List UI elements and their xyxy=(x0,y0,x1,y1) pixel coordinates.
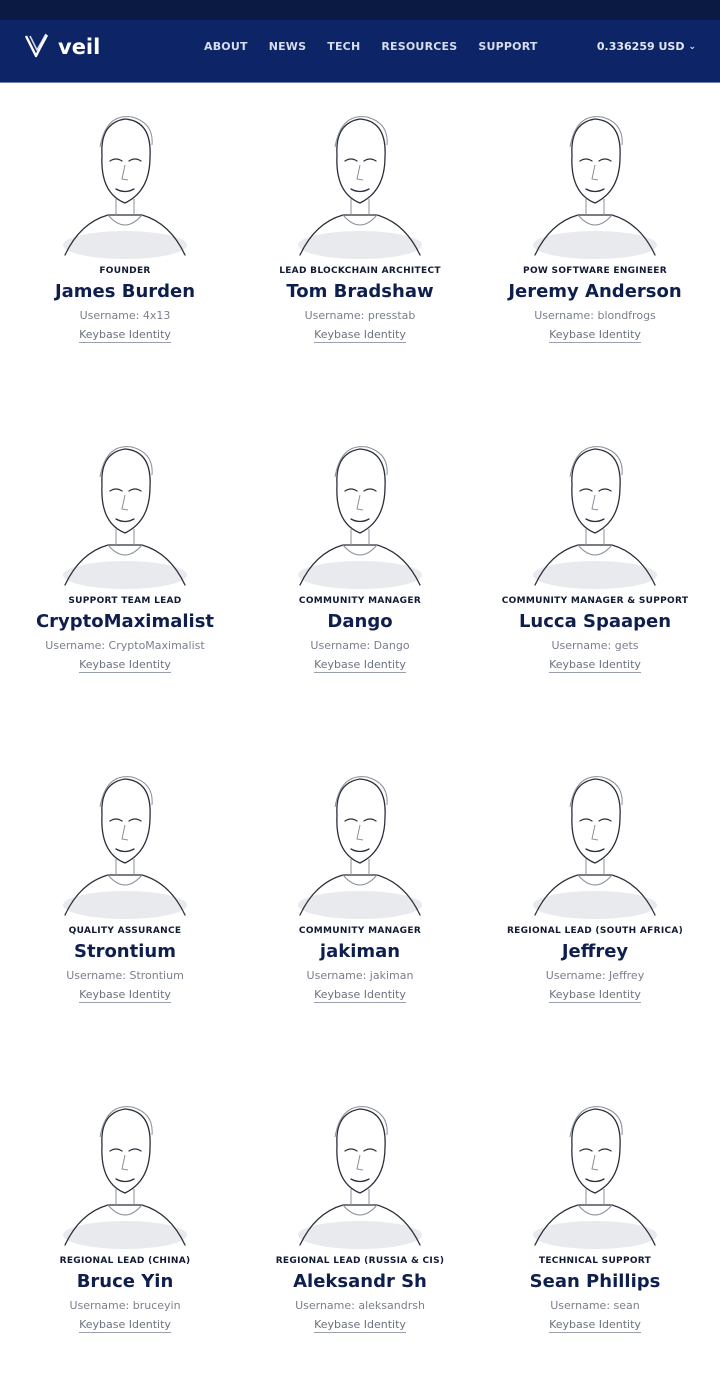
member-role: FOUNDER xyxy=(99,266,151,276)
member-username: Username: jakiman xyxy=(306,969,414,982)
navbar: veil ABOUT NEWS TECH RESOURCES SUPPORT 0… xyxy=(0,20,720,83)
nav-tech[interactable]: TECH xyxy=(327,40,360,54)
member-name: Lucca Spaapen xyxy=(518,611,672,632)
member-name: Bruce Yin xyxy=(76,1271,174,1292)
keybase-identity-link[interactable]: Keybase Identity xyxy=(79,1318,171,1333)
member-username: Username: 4x13 xyxy=(79,309,171,322)
veil-logo-icon xyxy=(24,33,49,58)
team-member-card: COMMUNITY MANAGER & SUPPORT Lucca Spaape… xyxy=(478,425,713,673)
portrait-sketch-icon xyxy=(298,116,422,259)
portrait-sketch-icon xyxy=(298,446,422,589)
member-username: Username: bruceyin xyxy=(69,1299,181,1312)
member-name: Dango xyxy=(327,611,393,632)
nav-resources[interactable]: RESOURCES xyxy=(381,40,457,54)
keybase-identity-link[interactable]: Keybase Identity xyxy=(79,988,171,1003)
team-member-card: REGIONAL LEAD (RUSSIA & CIS) Aleksandr S… xyxy=(243,1085,478,1333)
portrait-sketch-icon xyxy=(63,116,187,259)
member-role: LEAD BLOCKCHAIN ARCHITECT xyxy=(279,266,441,276)
veil-logo[interactable]: veil xyxy=(24,33,100,59)
team-member-card: FOUNDER James Burden Username: 4x13 Keyb… xyxy=(8,95,243,343)
team-member-card: COMMUNITY MANAGER jakiman Username: jaki… xyxy=(243,755,478,1003)
portrait-sketch-icon xyxy=(63,776,187,919)
member-username: Username: blondfrogs xyxy=(534,309,656,322)
keybase-identity-link[interactable]: Keybase Identity xyxy=(314,328,406,343)
team-member-card: TECHNICAL SUPPORT Sean Phillips Username… xyxy=(478,1085,713,1333)
portrait-sketch-icon xyxy=(298,1106,422,1249)
team-member-card: POW SOFTWARE ENGINEER Jeremy Anderson Us… xyxy=(478,95,713,343)
keybase-identity-link[interactable]: Keybase Identity xyxy=(314,988,406,1003)
team-member-card: SUPPORT TEAM LEAD CryptoMaximalist Usern… xyxy=(8,425,243,673)
member-username: Username: aleksandrsh xyxy=(295,1299,425,1312)
member-username: Username: Strontium xyxy=(66,969,184,982)
member-role: REGIONAL LEAD (CHINA) xyxy=(59,1256,191,1266)
member-name: Strontium xyxy=(74,941,176,962)
member-role: QUALITY ASSURANCE xyxy=(68,926,182,936)
member-name: Jeremy Anderson xyxy=(508,281,682,302)
keybase-identity-link[interactable]: Keybase Identity xyxy=(79,658,171,673)
member-name: Sean Phillips xyxy=(529,1271,661,1292)
member-name: Tom Bradshaw xyxy=(286,281,434,302)
member-name: Jeffrey xyxy=(561,941,629,962)
member-name: jakiman xyxy=(319,941,401,962)
price-value: 0.336259 USD xyxy=(596,40,685,53)
member-username: Username: presstab xyxy=(304,309,416,322)
portrait-sketch-icon xyxy=(533,116,657,259)
member-role: REGIONAL LEAD (RUSSIA & CIS) xyxy=(275,1256,445,1266)
team-member-card: COMMUNITY MANAGER Dango Username: Dango … xyxy=(243,425,478,673)
keybase-identity-link[interactable]: Keybase Identity xyxy=(314,1318,406,1333)
nav-about[interactable]: ABOUT xyxy=(204,40,248,54)
member-username: Username: Dango xyxy=(310,639,410,652)
portrait-sketch-icon xyxy=(533,1106,657,1249)
main-menu: ABOUT NEWS TECH RESOURCES SUPPORT xyxy=(204,40,559,54)
member-username: Username: Jeffrey xyxy=(545,969,645,982)
member-role: COMMUNITY MANAGER xyxy=(298,596,422,606)
member-role: REGIONAL LEAD (SOUTH AFRICA) xyxy=(506,926,684,936)
member-username: Username: CryptoMaximalist xyxy=(45,639,205,652)
member-role: COMMUNITY MANAGER & SUPPORT xyxy=(501,596,689,606)
keybase-identity-link[interactable]: Keybase Identity xyxy=(549,988,641,1003)
team-member-card: REGIONAL LEAD (SOUTH AFRICA) Jeffrey Use… xyxy=(478,755,713,1003)
keybase-identity-link[interactable]: Keybase Identity xyxy=(549,1318,641,1333)
keybase-identity-link[interactable]: Keybase Identity xyxy=(549,328,641,343)
member-name: Aleksandr Sh xyxy=(293,1271,427,1292)
nav-support[interactable]: SUPPORT xyxy=(478,40,537,54)
member-role: POW SOFTWARE ENGINEER xyxy=(523,266,667,276)
chevron-down-icon: ⌄ xyxy=(688,42,696,52)
portrait-sketch-icon xyxy=(63,446,187,589)
member-name: CryptoMaximalist xyxy=(35,611,215,632)
top-band xyxy=(0,0,720,20)
portrait-sketch-icon xyxy=(533,446,657,589)
team-member-card: LEAD BLOCKCHAIN ARCHITECT Tom Bradshaw U… xyxy=(243,95,478,343)
member-role: TECHNICAL SUPPORT xyxy=(538,1256,652,1266)
keybase-identity-link[interactable]: Keybase Identity xyxy=(79,328,171,343)
member-username: Username: gets xyxy=(551,639,639,652)
member-name: James Burden xyxy=(54,281,196,302)
keybase-identity-link[interactable]: Keybase Identity xyxy=(549,658,641,673)
portrait-sketch-icon xyxy=(63,1106,187,1249)
keybase-identity-link[interactable]: Keybase Identity xyxy=(314,658,406,673)
team-member-card: QUALITY ASSURANCE Strontium Username: St… xyxy=(8,755,243,1003)
price-selector[interactable]: 0.336259 USD ⌄ xyxy=(597,40,696,54)
brand-name: veil xyxy=(58,35,101,59)
member-username: Username: sean xyxy=(550,1299,640,1312)
portrait-sketch-icon xyxy=(533,776,657,919)
nav-news[interactable]: NEWS xyxy=(269,40,307,54)
team-member-card: REGIONAL LEAD (CHINA) Bruce Yin Username… xyxy=(8,1085,243,1333)
member-role: SUPPORT TEAM LEAD xyxy=(68,596,182,606)
portrait-sketch-icon xyxy=(298,776,422,919)
member-role: COMMUNITY MANAGER xyxy=(298,926,422,936)
